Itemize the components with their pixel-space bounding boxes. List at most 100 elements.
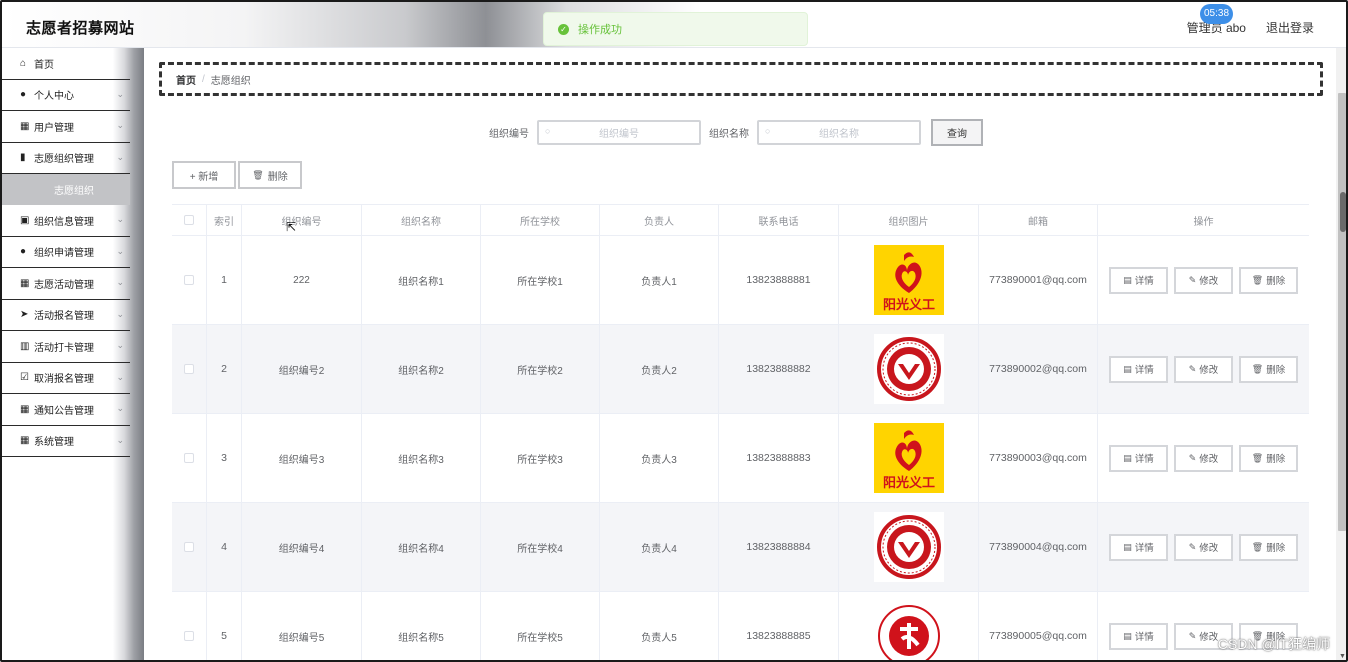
breadcrumb: 首页 / 志愿组织	[159, 62, 1323, 96]
vertical-scrollbar[interactable]: ▼	[1336, 48, 1346, 660]
row-checkbox[interactable]	[184, 453, 194, 463]
sidebar-item-0[interactable]: ⌂ 首页	[2, 48, 130, 80]
mouse-cursor-icon: ⇱	[286, 220, 297, 234]
edit-icon: ✎	[1188, 274, 1197, 285]
row-checkbox-cell[interactable]	[172, 325, 207, 413]
name-search-input[interactable]: ○ 组织名称	[757, 120, 921, 145]
sidebar-item-9[interactable]: ☑ 取消报名管理 ⌄	[2, 363, 130, 394]
home-icon: ⌂	[20, 57, 27, 69]
email: 773890003@qq.com	[979, 414, 1098, 502]
document-icon: ▤	[1123, 363, 1132, 374]
checkbox[interactable]	[184, 215, 194, 225]
column-header: 邮箱	[979, 205, 1098, 235]
detail-button[interactable]: ▤ 详情	[1109, 444, 1168, 472]
sidebar-item-8[interactable]: ▥ 活动打卡管理 ⌄	[2, 331, 130, 363]
sidebar-item-label: 组织信息管理	[34, 216, 94, 228]
edit-button[interactable]: ✎ 修改	[1174, 266, 1233, 294]
row-index: 1	[207, 236, 242, 324]
document-icon: ▤	[1123, 274, 1132, 285]
row-checkbox[interactable]	[184, 631, 194, 641]
edit-icon: ✎	[1188, 630, 1197, 641]
sidebar-item-11[interactable]: ▦ 系统管理 ⌄	[2, 426, 130, 457]
code-placeholder: 组织编号	[599, 129, 639, 140]
delete-label: 删除	[1266, 276, 1286, 287]
select-all-checkbox[interactable]	[172, 205, 207, 235]
grid-icon: ▦	[20, 277, 30, 289]
code-search-input[interactable]: ○ 组织编号	[537, 120, 701, 145]
document-icon: ▤	[1123, 630, 1132, 641]
detail-label: 详情	[1134, 454, 1154, 465]
table-row: 2 组织编号2 组织名称2 所在学校2 负责人2 13823888882 773890002…	[172, 325, 1309, 414]
search-form: 组织编号 ○ 组织编号 组织名称 ○ 组织名称 查询	[489, 119, 983, 146]
sidebar-item-2[interactable]: ▦ 用户管理 ⌄	[2, 111, 130, 143]
sidebar-subitem-active[interactable]: 志愿组织	[2, 174, 130, 205]
name-placeholder: 组织名称	[819, 129, 859, 140]
delete-button[interactable]: 🗑 删除	[1239, 266, 1298, 294]
sidebar-item-6[interactable]: ▦ 志愿活动管理 ⌄	[2, 268, 130, 300]
row-checkbox-cell[interactable]	[172, 414, 207, 502]
detail-button[interactable]: ▤ 详情	[1109, 622, 1168, 650]
edit-button[interactable]: ✎ 修改	[1174, 533, 1233, 561]
row-checkbox-cell[interactable]	[172, 236, 207, 324]
scrollbar-thumb[interactable]	[1338, 93, 1346, 531]
table-row: 1 222 组织名称1 所在学校1 负责人1 13823888881 阳光义工 7738900…	[172, 236, 1309, 325]
row-checkbox[interactable]	[184, 364, 194, 374]
query-button[interactable]: 查询	[931, 119, 983, 146]
grid-icon: ▦	[20, 120, 30, 132]
name-label: 组织名称	[709, 129, 749, 140]
table-header-row: 索引 组织编号 组织名称 所在学校 负责人 联系电话 组织图片 邮箱 操作	[172, 205, 1309, 236]
org-image-cell: 阳光义工	[839, 414, 979, 502]
delete-button[interactable]: 🗑 删除	[1239, 444, 1298, 472]
trash-icon: 🗑	[1251, 541, 1264, 552]
check-circle-icon: ✓	[558, 23, 569, 35]
chevron-down-icon: ⌄	[116, 214, 124, 224]
row-checkbox-cell[interactable]	[172, 592, 207, 660]
org-name: 组织名称1	[362, 236, 481, 324]
search-icon: ○	[545, 126, 551, 136]
org-name: 组织名称4	[362, 503, 481, 591]
sidebar-item-4[interactable]: ▣ 组织信息管理 ⌄	[2, 205, 130, 237]
sidebar-item-10[interactable]: ▦ 通知公告管理 ⌄	[2, 394, 130, 426]
sidebar-item-label: 首页	[34, 59, 54, 71]
delete-button[interactable]: 🗑 删除	[1239, 533, 1298, 561]
chart-icon: ▮	[20, 152, 26, 164]
scroll-down-arrow-icon[interactable]: ▼	[1339, 653, 1346, 660]
row-checkbox-cell[interactable]	[172, 503, 207, 591]
row-checkbox[interactable]	[184, 542, 194, 552]
delete-button[interactable]: 🗑 删除	[1239, 355, 1298, 383]
detail-button[interactable]: ▤ 详情	[1109, 533, 1168, 561]
email: 773890001@qq.com	[979, 236, 1098, 324]
main-content: 首页 / 志愿组织 组织编号 ○ 组织编号 组织名称 ○ 组织名称 查询 + 新…	[144, 48, 1336, 660]
chevron-down-icon: ⌄	[116, 277, 124, 287]
operations-cell: ▤ 详情 ✎ 修改 🗑 删除	[1098, 503, 1309, 591]
sidebar-item-label: 志愿活动管理	[34, 279, 94, 291]
chevron-down-icon: ⌄	[116, 403, 124, 413]
logout-link[interactable]: 退出登录	[1266, 19, 1314, 36]
document-icon: ▤	[1123, 452, 1132, 463]
school: 所在学校4	[481, 503, 600, 591]
sidebar-item-7[interactable]: ➤ 活动报名管理 ⌄	[2, 300, 130, 331]
email: 773890004@qq.com	[979, 503, 1098, 591]
sidebar-item-3[interactable]: ▮ 志愿组织管理 ⌄	[2, 143, 130, 174]
batch-delete-button[interactable]: 🗑 删除	[238, 161, 302, 189]
sidebar-item-5[interactable]: ● 组织申请管理 ⌄	[2, 237, 130, 268]
breadcrumb-home[interactable]: 首页	[176, 72, 196, 87]
add-button[interactable]: + 新增	[172, 161, 236, 189]
search-icon: ○	[765, 126, 771, 136]
edit-label: 修改	[1199, 632, 1219, 643]
sidebar-menu: ⌂ 首页 ● 个人中心 ⌄ ▦ 用户管理 ⌄ ▮ 志愿组织管理 ⌄ 志愿组织 ▣ 组织信息管理 ⌄ ● 组织申请…	[2, 48, 144, 660]
success-toast: ✓ 操作成功	[543, 12, 808, 46]
seal-logo	[873, 512, 944, 582]
edit-button[interactable]: ✎ 修改	[1174, 444, 1233, 472]
org-image	[873, 334, 944, 404]
grid-icon: ▦	[20, 435, 30, 447]
sidebar-item-1[interactable]: ● 个人中心 ⌄	[2, 80, 130, 111]
document-icon: ▤	[1123, 541, 1132, 552]
org-name: 组织名称3	[362, 414, 481, 502]
row-checkbox[interactable]	[184, 275, 194, 285]
delete-label: 删除	[1266, 454, 1286, 465]
detail-button[interactable]: ▤ 详情	[1109, 266, 1168, 294]
edit-button[interactable]: ✎ 修改	[1174, 355, 1233, 383]
school: 所在学校3	[481, 414, 600, 502]
detail-button[interactable]: ▤ 详情	[1109, 355, 1168, 383]
